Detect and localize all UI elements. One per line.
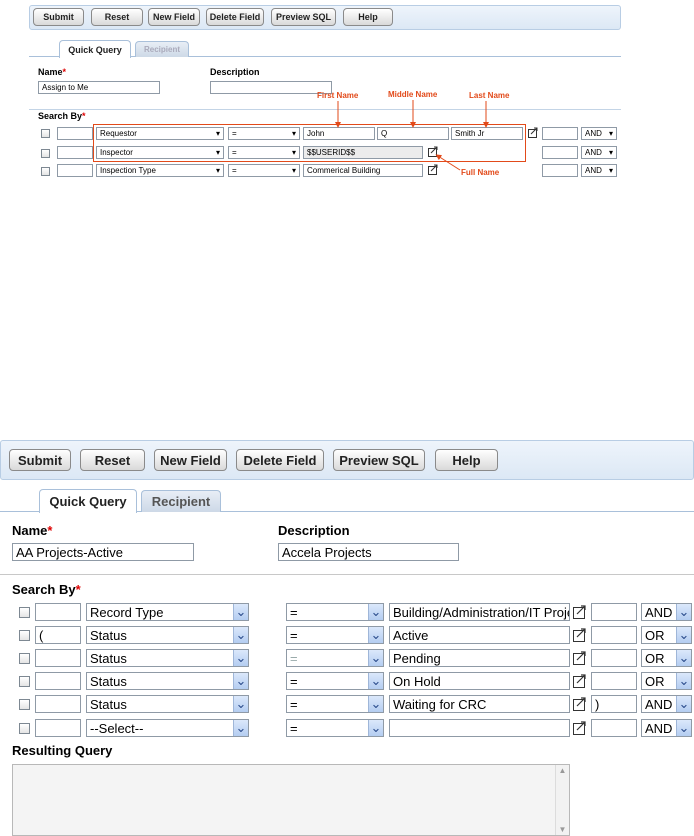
row-checkbox[interactable] (19, 630, 30, 641)
picker-popup-icon[interactable] (573, 627, 588, 642)
close-paren-input[interactable]: ) (591, 695, 637, 713)
operator-select[interactable]: = ⌄ (286, 695, 384, 713)
open-paren-input[interactable]: ( (35, 626, 81, 644)
tab-recipient[interactable]: Recipient (141, 490, 221, 512)
value-input[interactable]: Pending (389, 649, 570, 667)
open-paren-input[interactable] (35, 719, 81, 737)
open-paren-input[interactable] (35, 672, 81, 690)
logic-select[interactable]: OR ⌄ (641, 672, 692, 690)
field-select[interactable]: --Select-- ⌄ (86, 719, 249, 737)
delete-field-button[interactable]: Delete Field (236, 449, 324, 471)
chevron-down-icon: ⌄ (233, 650, 248, 666)
description-input[interactable]: Accela Projects (278, 543, 459, 561)
chevron-down-icon: ⌄ (676, 720, 691, 736)
vertical-scrollbar[interactable]: ▲ ▼ (555, 765, 569, 835)
row-checkbox[interactable] (19, 653, 30, 664)
chevron-down-icon: ⌄ (676, 650, 691, 666)
logic-select[interactable]: AND ⌄ (641, 603, 692, 621)
resulting-query-text (13, 765, 569, 769)
description-label: Description (278, 523, 350, 538)
operator-select[interactable]: = ⌄ (286, 649, 384, 667)
chevron-down-icon: ⌄ (233, 673, 248, 689)
name-input[interactable]: AA Projects-Active (12, 543, 194, 561)
picker-popup-icon[interactable] (573, 673, 588, 688)
row-checkbox[interactable] (19, 723, 30, 734)
field-select[interactable]: Status ⌄ (86, 672, 249, 690)
field-select[interactable]: Record Type ⌄ (86, 603, 249, 621)
chevron-down-icon: ⌄ (368, 720, 383, 736)
chevron-down-icon: ⌄ (233, 720, 248, 736)
operator-select[interactable]: = ⌄ (286, 719, 384, 737)
chevron-down-icon: ⌄ (233, 696, 248, 712)
chevron-down-icon: ⌄ (368, 604, 383, 620)
chevron-down-icon: ⌄ (676, 604, 691, 620)
chevron-down-icon: ⌄ (676, 627, 691, 643)
chevron-down-icon: ⌄ (676, 696, 691, 712)
preview-sql-button[interactable]: Preview SQL (333, 449, 425, 471)
resulting-query-textarea[interactable]: ▲ ▼ (12, 764, 570, 836)
open-paren-input[interactable] (35, 649, 81, 667)
close-paren-input[interactable] (591, 672, 637, 690)
close-paren-input[interactable] (591, 603, 637, 621)
tab-quick-query[interactable]: Quick Query (39, 489, 137, 513)
row-checkbox[interactable] (19, 699, 30, 710)
resulting-query-label: Resulting Query (12, 743, 113, 758)
close-paren-input[interactable] (591, 626, 637, 644)
logic-select[interactable]: AND ⌄ (641, 695, 692, 713)
chevron-down-icon: ⌄ (368, 673, 383, 689)
open-paren-input[interactable] (35, 695, 81, 713)
picker-popup-icon[interactable] (573, 696, 588, 711)
chevron-down-icon: ⌄ (368, 650, 383, 666)
field-select[interactable]: Status ⌄ (86, 695, 249, 713)
chevron-down-icon: ⌄ (233, 604, 248, 620)
chevron-down-icon: ⌄ (368, 696, 383, 712)
value-input[interactable]: Waiting for CRC (389, 695, 570, 713)
submit-button[interactable]: Submit (9, 449, 71, 471)
field-select[interactable]: Status ⌄ (86, 649, 249, 667)
close-paren-input[interactable] (591, 649, 637, 667)
close-paren-input[interactable] (591, 719, 637, 737)
picker-popup-icon[interactable] (573, 720, 588, 735)
reset-button[interactable]: Reset (80, 449, 145, 471)
logic-select[interactable]: OR ⌄ (641, 626, 692, 644)
chevron-down-icon: ⌄ (233, 627, 248, 643)
picker-popup-icon[interactable] (573, 650, 588, 665)
field-select[interactable]: Status ⌄ (86, 626, 249, 644)
scroll-up-icon[interactable]: ▲ (556, 766, 569, 775)
value-input[interactable] (389, 719, 570, 737)
new-field-button[interactable]: New Field (154, 449, 227, 471)
value-input[interactable]: On Hold (389, 672, 570, 690)
row-checkbox[interactable] (19, 607, 30, 618)
help-button[interactable]: Help (435, 449, 498, 471)
chevron-down-icon: ⌄ (368, 627, 383, 643)
search-by-label: Search By* (12, 582, 81, 597)
value-input[interactable]: Active (389, 626, 570, 644)
operator-select[interactable]: = ⌄ (286, 672, 384, 690)
open-paren-input[interactable] (35, 603, 81, 621)
chevron-down-icon: ⌄ (676, 673, 691, 689)
logic-select[interactable]: AND ⌄ (641, 719, 692, 737)
operator-select[interactable]: = ⌄ (286, 626, 384, 644)
row-checkbox[interactable] (19, 676, 30, 687)
scroll-down-icon[interactable]: ▼ (556, 825, 569, 834)
annotation-arrows (335, 100, 489, 171)
search-by-divider (0, 574, 694, 575)
logic-select[interactable]: OR ⌄ (641, 649, 692, 667)
value-input[interactable]: Building/Administration/IT Project (389, 603, 570, 621)
operator-select[interactable]: = ⌄ (286, 603, 384, 621)
picker-popup-icon[interactable] (573, 604, 588, 619)
name-label: Name* (12, 523, 53, 538)
